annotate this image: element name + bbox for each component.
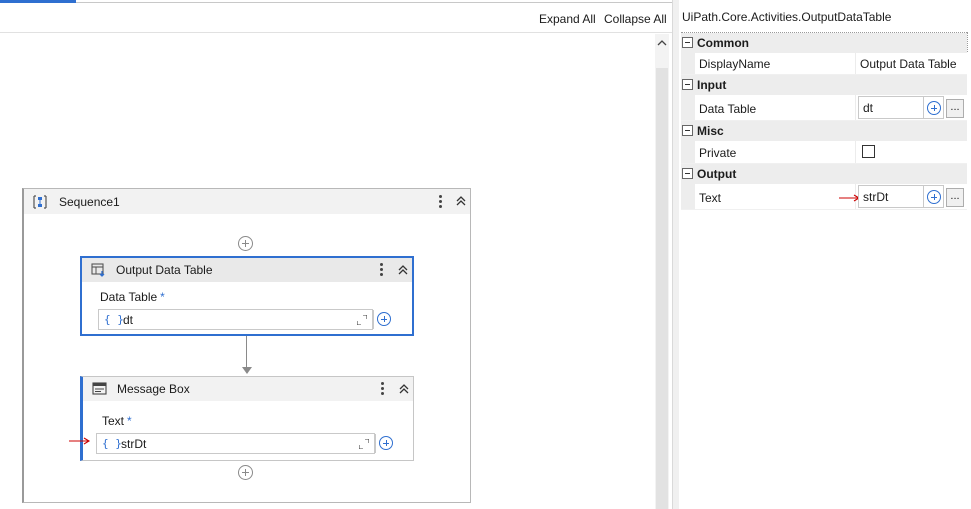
collapse-toggle-icon[interactable]: [682, 79, 693, 90]
add-variable-button[interactable]: [924, 185, 944, 208]
private-checkbox[interactable]: [862, 145, 875, 158]
activity-title: Message Box: [117, 382, 190, 396]
data-table-value: dt: [123, 313, 134, 327]
activity-title: Output Data Table: [116, 263, 213, 277]
arrow-down-icon: [242, 367, 252, 374]
row-gutter: [681, 53, 695, 74]
column-divider: [855, 141, 856, 163]
row-gutter: [681, 95, 695, 120]
column-divider: [855, 95, 856, 120]
expression-icon: { }: [102, 437, 122, 450]
category-input[interactable]: Input: [681, 75, 967, 95]
workflow-designer: Expand All Collapse All Sequence1 Output…: [0, 0, 672, 509]
collapse-toggle-icon[interactable]: [682, 125, 693, 136]
add-variable-button[interactable]: [924, 96, 944, 119]
text-label: Text *: [102, 414, 132, 428]
more-options-icon[interactable]: [381, 382, 385, 396]
toolbar-divider: [0, 32, 672, 33]
property-name: Text: [699, 191, 722, 205]
plus-icon: [927, 190, 941, 204]
text-property-input[interactable]: strDt: [858, 185, 924, 208]
sequence-header[interactable]: Sequence1: [24, 189, 470, 214]
property-row-private[interactable]: Private: [681, 141, 967, 164]
expression-icon: { }: [104, 313, 124, 326]
property-value: dt: [863, 101, 874, 115]
properties-panel: UiPath.Core.Activities.OutputDataTable C…: [679, 0, 971, 509]
data-table-icon: [91, 263, 105, 277]
data-table-property-input[interactable]: dt: [858, 96, 924, 119]
scrollbar-thumb[interactable]: [656, 68, 668, 509]
plus-icon: [377, 312, 391, 326]
collapse-toggle-icon[interactable]: [682, 37, 693, 48]
property-grid: Common DisplayName Output Data Table Inp…: [681, 32, 967, 210]
row-gutter: [681, 184, 695, 209]
expand-editor-icon[interactable]: [359, 439, 369, 449]
category-label: Common: [697, 36, 749, 50]
data-table-label: Data Table *: [100, 290, 165, 304]
flow-connector: [246, 336, 247, 368]
property-name: Private: [699, 146, 737, 160]
plus-icon: [379, 436, 393, 450]
collapse-icon[interactable]: [455, 195, 467, 207]
property-value: strDt: [863, 190, 889, 204]
category-label: Output: [697, 167, 737, 181]
message-box-icon: [92, 382, 107, 395]
property-name: DisplayName: [699, 57, 771, 71]
sequence-title: Sequence1: [59, 195, 120, 209]
category-output[interactable]: Output: [681, 164, 967, 184]
activity-header[interactable]: Output Data Table: [82, 258, 412, 282]
active-tab-indicator: [0, 0, 76, 3]
displayname-value[interactable]: Output Data Table: [860, 57, 957, 71]
property-row-text[interactable]: Text strDt ...: [681, 184, 967, 210]
collapse-all-button[interactable]: Collapse All: [604, 12, 667, 26]
add-activity-icon[interactable]: [238, 236, 253, 251]
category-label: Input: [697, 78, 727, 92]
text-value: strDt: [121, 437, 147, 451]
data-table-input[interactable]: { } dt: [98, 309, 373, 330]
expand-editor-icon[interactable]: [357, 315, 367, 325]
row-gutter: [681, 141, 695, 163]
text-input[interactable]: { } strDt: [96, 433, 375, 454]
property-name: Data Table: [699, 102, 757, 116]
properties-title: UiPath.Core.Activities.OutputDataTable: [682, 10, 892, 24]
sequence-icon: [33, 195, 47, 209]
add-variable-button[interactable]: [375, 434, 396, 453]
output-data-table-activity[interactable]: Output Data Table Data Table * { } dt: [80, 256, 414, 336]
activity-header[interactable]: Message Box: [83, 377, 413, 401]
category-label: Misc: [697, 124, 724, 138]
expand-all-button[interactable]: Expand All: [539, 12, 596, 26]
grid-focus-border: [967, 32, 968, 52]
tab-strip-divider: [76, 2, 672, 3]
add-activity-icon[interactable]: [238, 465, 253, 480]
property-row-displayname[interactable]: DisplayName Output Data Table: [681, 53, 967, 75]
plus-icon: [927, 101, 941, 115]
collapse-icon[interactable]: [398, 383, 410, 395]
more-options-icon[interactable]: [380, 263, 384, 277]
ellipsis-button[interactable]: ...: [946, 188, 964, 207]
ellipsis-button[interactable]: ...: [946, 99, 964, 118]
collapse-toggle-icon[interactable]: [682, 168, 693, 179]
category-common[interactable]: Common: [681, 33, 967, 53]
message-box-activity[interactable]: Message Box Text * { } strDt: [80, 376, 414, 461]
column-divider: [855, 53, 856, 74]
property-row-data-table[interactable]: Data Table dt ...: [681, 95, 967, 121]
annotation-arrow-icon: [69, 437, 91, 445]
add-variable-button[interactable]: [373, 310, 394, 329]
category-misc[interactable]: Misc: [681, 121, 967, 141]
chevron-up-icon[interactable]: [655, 36, 669, 50]
collapse-icon[interactable]: [397, 264, 409, 276]
more-options-icon[interactable]: [439, 195, 443, 209]
panel-splitter[interactable]: [672, 0, 679, 509]
